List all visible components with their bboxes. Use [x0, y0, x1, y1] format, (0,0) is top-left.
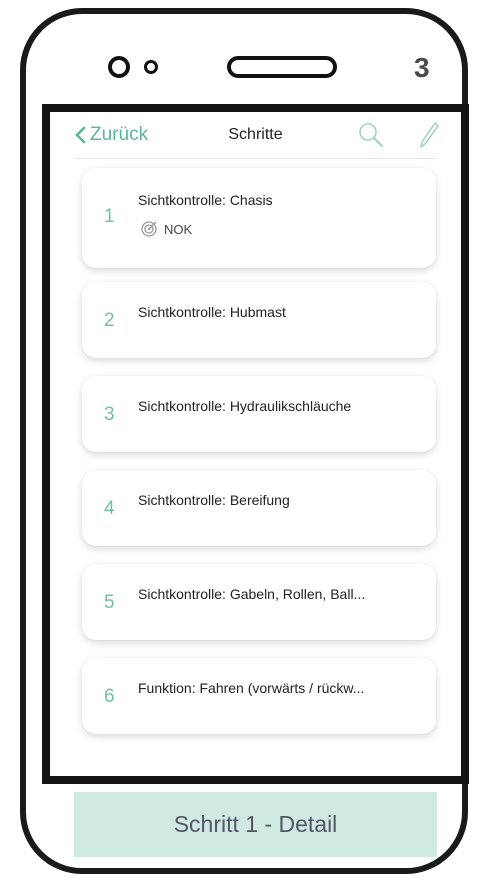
- step-card-6[interactable]: 6 Funktion: Fahren (vorwärts / rückw...: [82, 658, 436, 734]
- step-title: Funktion: Fahren (vorwärts / rückw...: [138, 680, 365, 696]
- page-title: Schritte: [228, 126, 283, 143]
- step-number: 2: [104, 310, 115, 331]
- step-card-5[interactable]: 5 Sichtkontrolle: Gabeln, Rollen, Ball..…: [82, 564, 436, 640]
- step-title: Sichtkontrolle: Hubmast: [138, 304, 286, 320]
- step-card-2[interactable]: 2 Sichtkontrolle: Hubmast: [82, 282, 436, 358]
- search-icon[interactable]: [356, 120, 386, 150]
- navigation-bar: Zurück Schritte: [50, 112, 461, 158]
- speaker-icon: [227, 56, 337, 78]
- target-icon: [141, 221, 157, 237]
- step-number: 1: [104, 206, 115, 227]
- status-label: NOK: [164, 221, 193, 237]
- step-card-3[interactable]: 3 Sichtkontrolle: Hydraulikschläuche: [82, 376, 436, 452]
- step-title: Sichtkontrolle: Hydraulikschläuche: [138, 398, 352, 414]
- step-card-1[interactable]: 1 Sichtkontrolle: Chasis NOK: [82, 168, 436, 268]
- edit-pencil-icon[interactable]: [418, 120, 440, 150]
- step-title: Sichtkontrolle: Bereifung: [138, 492, 290, 508]
- app-screen: Zurück Schritte 1 Sichtkontrolle: Chasis…: [42, 104, 469, 784]
- sensor-icon: [144, 60, 158, 74]
- detail-caption: Schritt 1 - Detail: [74, 792, 437, 857]
- nav-divider: [74, 158, 437, 159]
- camera-icon: [108, 56, 130, 78]
- step-number: 6: [104, 686, 115, 707]
- page-number: 3: [414, 52, 430, 83]
- step-title: Sichtkontrolle: Chasis: [138, 192, 273, 208]
- step-number: 4: [104, 498, 115, 519]
- steps-list: 1 Sichtkontrolle: Chasis NOK 2 Sichtkont…: [82, 168, 436, 752]
- step-card-4[interactable]: 4 Sichtkontrolle: Bereifung: [82, 470, 436, 546]
- step-title: Sichtkontrolle: Gabeln, Rollen, Ball...: [138, 586, 366, 602]
- status-indicator: NOK: [140, 220, 192, 238]
- step-number: 3: [104, 404, 115, 425]
- step-number: 5: [104, 592, 115, 613]
